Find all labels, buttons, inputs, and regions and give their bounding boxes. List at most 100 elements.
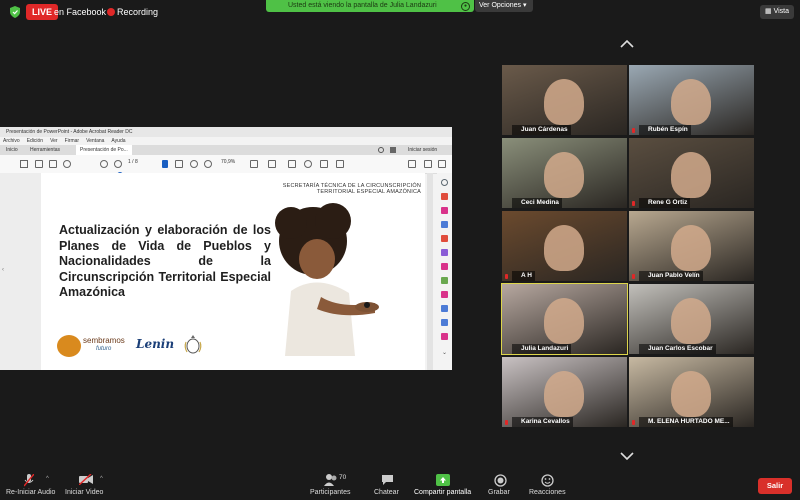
participant-tile[interactable]: Karina Cevallos <box>502 357 627 427</box>
participant-face <box>671 298 711 344</box>
signin-link[interactable]: Iniciar sesión <box>408 147 437 153</box>
tab-herramientas[interactable]: Herramientas <box>30 147 60 153</box>
menu-ver[interactable]: Ver <box>50 138 58 144</box>
video-options-icon[interactable]: ^ <box>100 476 103 482</box>
protect-icon[interactable] <box>441 305 448 312</box>
send-icon[interactable] <box>441 291 448 298</box>
audio-options-icon[interactable]: ^ <box>46 476 49 482</box>
review-icon[interactable] <box>441 333 448 340</box>
fill-sign-icon[interactable] <box>441 249 448 256</box>
reactions-button[interactable]: Reacciones <box>526 470 568 500</box>
expand-left-icon[interactable]: ‹ <box>2 267 4 273</box>
chat-icon <box>382 475 393 485</box>
zoom-out-icon[interactable] <box>190 160 198 168</box>
participant-tile[interactable]: Juan Carlos Escobar <box>629 284 754 354</box>
search-icon[interactable] <box>63 160 71 168</box>
pen-icon[interactable] <box>304 160 312 168</box>
participant-tile[interactable]: Rene G Ortiz <box>629 138 754 208</box>
ecuador-crest-icon <box>184 335 202 354</box>
edit-pdf-icon[interactable] <box>441 207 448 214</box>
participant-tile[interactable]: M. ELENA HURTADO ME... <box>629 357 754 427</box>
participant-tile[interactable]: A H <box>502 211 627 281</box>
more-tools-icon[interactable] <box>441 319 448 326</box>
share-screen-button[interactable]: Compartir pantalla <box>412 470 474 500</box>
menu-ayuda[interactable]: Ayuda <box>111 138 125 144</box>
acrobat-toolbar: 1 / 8 70,9% <box>0 155 452 178</box>
tab-inicio[interactable]: Inicio <box>6 147 18 153</box>
reactions-label: Reacciones <box>529 489 566 496</box>
share-icon[interactable] <box>408 160 416 168</box>
zoom-level[interactable]: 70,9% <box>221 159 235 165</box>
share-info-icon[interactable]: ● <box>461 2 470 11</box>
tab-presentation[interactable]: Presentación de Po... <box>76 145 132 155</box>
menu-ventana[interactable]: Ventana <box>86 138 104 144</box>
participant-tile[interactable]: Rubén Espín <box>629 65 754 135</box>
gallery-up-icon[interactable] <box>620 40 634 48</box>
chat-button[interactable]: Chatear <box>372 470 404 500</box>
page-current[interactable]: 1 <box>128 159 131 165</box>
participant-face <box>671 225 711 271</box>
participant-name: Juan Carlos Escobar <box>639 344 716 354</box>
create-pdf-icon[interactable] <box>441 193 448 200</box>
fit-page-icon[interactable] <box>250 160 258 168</box>
bottom-toolbar: Re-Iniciar Audio ^ Iniciar Video ^ 70 Pa… <box>0 470 800 500</box>
sign-icon[interactable] <box>336 160 344 168</box>
participant-tile[interactable]: Juan Cárdenas <box>502 65 627 135</box>
slide-header-line2: TERRITORIAL ESPECIAL AMAZÓNICA <box>316 189 421 195</box>
participants-icon <box>324 474 337 486</box>
page-down-icon[interactable] <box>114 160 122 168</box>
participant-face <box>544 79 584 125</box>
hand-icon[interactable] <box>175 160 183 168</box>
video-button[interactable]: Iniciar Video <box>64 470 106 500</box>
organize-icon[interactable] <box>441 263 448 270</box>
zoom-tool-icon[interactable] <box>441 179 448 186</box>
share-screen-icon <box>436 474 450 486</box>
mic-muted-icon <box>632 274 635 279</box>
mic-muted-icon <box>505 274 508 279</box>
expand-tools-icon[interactable]: ⌄ <box>442 349 447 356</box>
zoom-in-icon[interactable] <box>204 160 212 168</box>
view-options-button[interactable]: Ver Opciones ▾ <box>475 0 533 12</box>
page-indicator[interactable]: 1 / 8 <box>128 159 138 165</box>
participants-label: Participantes <box>310 489 351 496</box>
child-photo <box>275 203 379 356</box>
acrobat-title-bar: Presentación de PowerPoint - Adobe Acrob… <box>0 127 452 137</box>
participant-tile[interactable]: Juan Pablo Velín <box>629 211 754 281</box>
more-icon[interactable] <box>438 160 446 168</box>
shared-screen: Presentación de PowerPoint - Adobe Acrob… <box>0 127 452 370</box>
shield-icon[interactable] <box>10 6 20 18</box>
leave-button[interactable]: Salir <box>758 478 792 494</box>
menu-firmar[interactable]: Firmar <box>65 138 79 144</box>
participant-tile[interactable]: Ceci Medina <box>502 138 627 208</box>
view-button[interactable]: ▦ Vista <box>760 5 794 19</box>
live-target-label[interactable]: en Facebook <box>54 7 106 17</box>
star-icon[interactable] <box>20 160 28 168</box>
print-icon[interactable] <box>49 160 57 168</box>
acrobat-menu-bar: Archivo Edición Ver Firmar Ventana Ayuda <box>0 137 452 145</box>
mail-icon[interactable] <box>424 160 432 168</box>
upload-icon[interactable] <box>35 160 43 168</box>
participants-button[interactable]: 70 Participantes <box>310 470 356 500</box>
gallery-down-icon[interactable] <box>620 452 634 460</box>
participant-tile[interactable]: Julia Landazuri <box>501 283 628 355</box>
comment-tool-icon[interactable] <box>441 235 448 242</box>
acrobat-tabs: Inicio Herramientas Presentación de Po..… <box>0 145 452 155</box>
help-icon[interactable] <box>378 147 384 153</box>
highlight-icon[interactable] <box>320 160 328 168</box>
export-pdf-icon[interactable] <box>441 221 448 228</box>
bell-icon[interactable] <box>390 147 396 153</box>
participant-name: Juan Cárdenas <box>512 125 571 135</box>
record-button[interactable]: Grabar <box>486 470 516 500</box>
tool-icon[interactable] <box>268 160 276 168</box>
menu-edicion[interactable]: Edición <box>27 138 43 144</box>
pdf-scrollbar[interactable] <box>427 173 433 370</box>
record-label: Grabar <box>488 489 510 496</box>
participant-name: Karina Cevallos <box>512 417 573 427</box>
compress-icon[interactable] <box>441 277 448 284</box>
recording-label: Recording <box>117 7 159 17</box>
audio-button[interactable]: Re-Iniciar Audio <box>0 470 60 500</box>
menu-archivo[interactable]: Archivo <box>3 138 20 144</box>
page-up-icon[interactable] <box>100 160 108 168</box>
cursor-icon[interactable] <box>162 160 168 168</box>
comment-icon[interactable] <box>288 160 296 168</box>
